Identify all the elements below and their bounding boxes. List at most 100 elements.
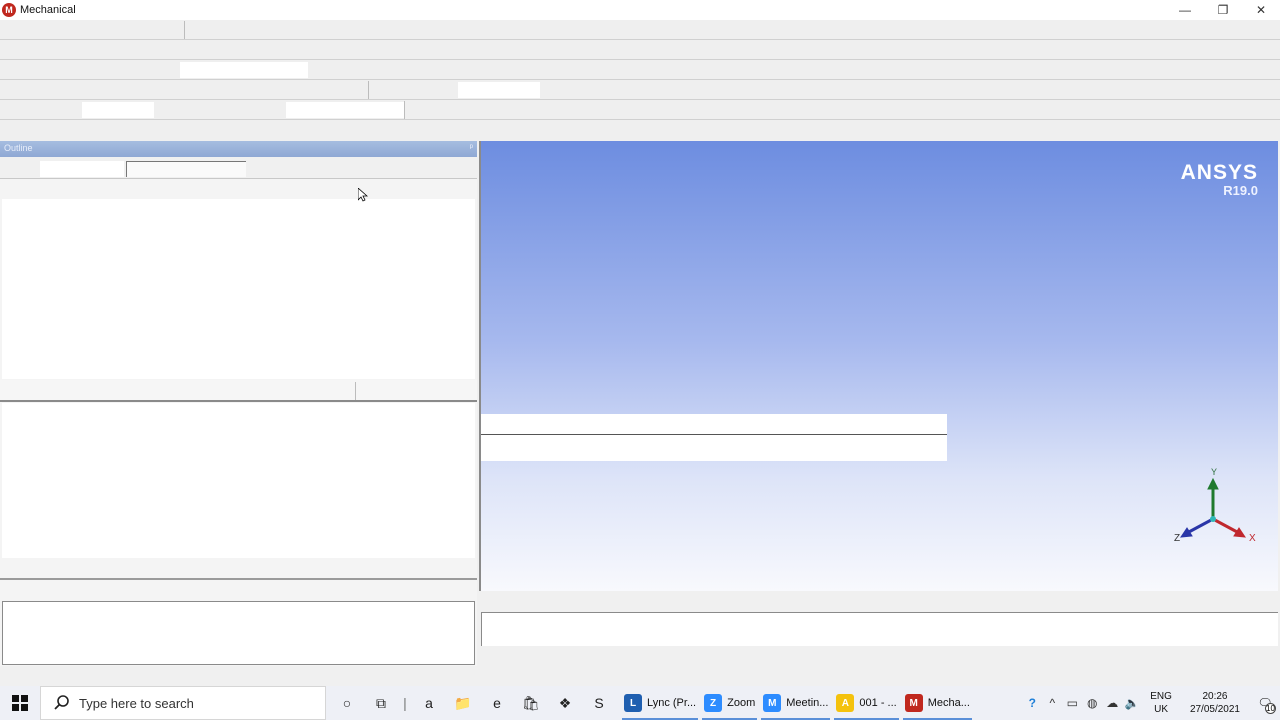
title-bar[interactable]: M Mechanical — ❐ ✕ xyxy=(0,0,1280,20)
details-view[interactable] xyxy=(2,403,475,558)
windows-taskbar: Type here to search ○ ⧉ | a 📁 e 🛍 ❖ S L Lync (Pr.… xyxy=(0,686,1280,720)
graph-pane[interactable] xyxy=(481,612,1278,646)
amazon-icon[interactable]: a xyxy=(412,686,446,720)
menu-separator xyxy=(184,21,185,39)
toolbar-field[interactable] xyxy=(82,102,154,118)
context-toolbar[interactable] xyxy=(0,80,1280,100)
graphics-toolbar[interactable] xyxy=(0,60,1280,80)
toolbar-separator xyxy=(368,81,369,99)
window-title: Mechanical xyxy=(20,4,76,16)
window-controls: — ❐ ✕ xyxy=(1166,0,1280,20)
toolbar-field[interactable] xyxy=(458,82,540,98)
onedrive-icon[interactable]: ☁ xyxy=(1102,686,1122,720)
outline-header: Outline ᵖ xyxy=(0,141,477,157)
dropbox-icon[interactable]: ❖ xyxy=(548,686,582,720)
taskbar-app-3[interactable]: A 001 - ... xyxy=(832,686,900,720)
chevron-up-icon[interactable]: ^ xyxy=(1042,686,1062,720)
separator-icon: | xyxy=(403,695,407,711)
running-apps: L Lync (Pr... Z Zoom M Meetin... A 001 - ... M Me… xyxy=(620,686,974,720)
app-icon: M xyxy=(904,694,923,712)
start-button[interactable] xyxy=(0,686,40,720)
app-icon: M xyxy=(763,694,782,712)
viewport-tabs-strip xyxy=(481,591,1278,611)
app-icon: A xyxy=(836,694,855,712)
taskbar-app-1[interactable]: Z Zoom xyxy=(700,686,759,720)
clock-date: 27/05/2021 xyxy=(1189,704,1240,715)
menu-bar[interactable] xyxy=(0,20,1280,40)
status-bar xyxy=(0,666,1280,686)
status-separator xyxy=(355,382,356,400)
triad-origin xyxy=(1210,516,1216,522)
toolbar-field[interactable] xyxy=(286,102,404,118)
skype-app-icon[interactable]: S xyxy=(582,686,616,720)
x-axis-line xyxy=(1212,517,1240,535)
graphics-viewport[interactable]: ANSYS R19.0 Y X Z xyxy=(481,141,1278,591)
z-axis-arrow xyxy=(1180,527,1193,538)
y-axis-label: Y xyxy=(1211,467,1217,477)
volume-icon[interactable]: 🔈 xyxy=(1122,686,1142,720)
help-icon[interactable]: ? xyxy=(1022,686,1042,720)
task-view-icon[interactable]: ⧉ xyxy=(364,686,398,720)
edge-toolbar[interactable] xyxy=(0,100,1280,120)
minimize-button[interactable]: — xyxy=(1166,0,1204,20)
blank-toolbar xyxy=(0,120,1280,140)
region-code: UK xyxy=(1154,704,1169,715)
battery-icon[interactable]: ▭ xyxy=(1062,686,1082,720)
messages-pane[interactable] xyxy=(2,601,475,665)
x-axis-arrow xyxy=(1233,527,1246,538)
ansys-brand: ANSYS xyxy=(1180,161,1258,184)
outline-status-bar xyxy=(0,380,477,402)
app-label: Lync (Pr... xyxy=(647,697,697,709)
app-label: 001 - ... xyxy=(859,697,897,709)
filter-button[interactable] xyxy=(40,161,124,177)
clock[interactable]: 20:26 27/05/2021 xyxy=(1190,690,1240,716)
store-icon[interactable]: 🛍 xyxy=(514,686,548,720)
pinned-apps: ○ ⧉ | a 📁 e 🛍 ❖ S xyxy=(330,686,616,720)
restore-button[interactable]: ❐ xyxy=(1204,0,1242,20)
toolbar-field[interactable] xyxy=(180,62,308,78)
mechanical-app-icon[interactable]: M xyxy=(2,3,16,17)
details-splitter[interactable] xyxy=(0,578,477,580)
app-icon: L xyxy=(624,694,642,712)
pin-icon[interactable]: ᵖ xyxy=(470,142,473,152)
mechanical-window: M Mechanical — ❐ ✕ Outline ᵖ ANSYS R19.0… xyxy=(0,0,1280,720)
taskbar-app-0[interactable]: L Lync (Pr... xyxy=(620,686,700,720)
app-icon: Z xyxy=(704,694,723,712)
notification-center-icon[interactable]: 🗨 10 xyxy=(1250,686,1280,720)
system-tray: ? ^ ▭ ◍ ☁ 🔈 ENG UK 20:26 27/05/2021 🗨 10 xyxy=(1022,686,1280,720)
standard-toolbar[interactable] xyxy=(0,40,1280,60)
popup-divider xyxy=(481,434,947,435)
clock-time: 20:26 xyxy=(1202,691,1228,702)
ansys-version: R19.0 xyxy=(1223,183,1258,198)
close-button[interactable]: ✕ xyxy=(1242,0,1280,20)
axis-triad-icon: Y X Z xyxy=(1174,467,1256,544)
app-label: Zoom xyxy=(727,697,756,709)
outline-tree[interactable] xyxy=(2,199,475,379)
z-axis-label: Z xyxy=(1174,533,1180,544)
search-placeholder: Type here to search xyxy=(79,695,194,711)
file-explorer-icon[interactable]: 📁 xyxy=(446,686,480,720)
ansys-logo: ANSYS R19.0 xyxy=(1181,161,1258,198)
taskbar-app-4[interactable]: M Mecha... xyxy=(901,686,974,720)
windows-logo-icon xyxy=(12,695,28,711)
language-code: ENG xyxy=(1150,691,1172,702)
outline-toolbar xyxy=(0,157,477,179)
edge-icon[interactable]: e xyxy=(480,686,514,720)
app-label: Meetin... xyxy=(786,697,829,709)
z-axis-line xyxy=(1186,517,1214,535)
notification-count: 10 xyxy=(1265,703,1276,714)
taskbar-app-2[interactable]: M Meetin... xyxy=(759,686,832,720)
cortana-icon[interactable]: ○ xyxy=(330,686,364,720)
x-axis-label: X xyxy=(1249,533,1256,544)
y-axis-arrow xyxy=(1207,477,1219,490)
filter-input[interactable] xyxy=(126,161,246,177)
loading-popup xyxy=(481,414,947,461)
outline-title: Outline xyxy=(4,143,33,153)
outline-panel: Outline ᵖ xyxy=(0,141,477,666)
toolbar-separator xyxy=(404,101,405,119)
app-label: Mecha... xyxy=(927,697,970,709)
mouse-cursor-icon xyxy=(358,188,368,202)
language-indicator[interactable]: ENG UK xyxy=(1150,690,1172,716)
network-icon[interactable]: ◍ xyxy=(1082,686,1102,720)
taskbar-search[interactable]: Type here to search xyxy=(40,686,326,720)
